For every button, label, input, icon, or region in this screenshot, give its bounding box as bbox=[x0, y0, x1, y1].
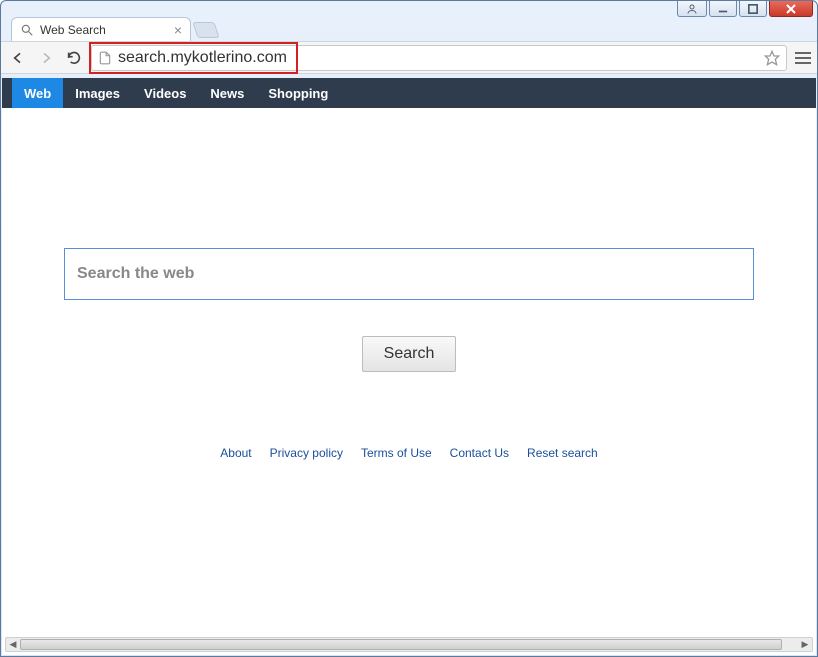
reload-button[interactable] bbox=[63, 47, 85, 69]
maximize-button[interactable] bbox=[739, 1, 767, 17]
nav-item-news[interactable]: News bbox=[198, 78, 256, 108]
tab-close-icon[interactable]: × bbox=[174, 23, 182, 37]
nav-item-web[interactable]: Web bbox=[12, 78, 63, 108]
browser-window: Web Search × search.mykotlerino.com bbox=[0, 0, 818, 657]
browser-tab[interactable]: Web Search × bbox=[11, 17, 191, 41]
nav-item-images[interactable]: Images bbox=[63, 78, 132, 108]
scroll-left-arrow[interactable]: ◀ bbox=[6, 638, 20, 651]
window-controls bbox=[677, 1, 813, 19]
forward-button[interactable] bbox=[35, 47, 57, 69]
tab-title: Web Search bbox=[40, 23, 168, 37]
category-nav: Web Images Videos News Shopping bbox=[2, 78, 816, 108]
back-button[interactable] bbox=[7, 47, 29, 69]
footer-link-contact[interactable]: Contact Us bbox=[450, 446, 509, 460]
close-button[interactable] bbox=[769, 1, 813, 17]
scroll-thumb[interactable] bbox=[20, 639, 782, 650]
horizontal-scrollbar[interactable]: ◀ ▶ bbox=[5, 637, 813, 652]
bookmark-star-icon[interactable] bbox=[764, 50, 780, 66]
address-bar[interactable]: search.mykotlerino.com bbox=[91, 45, 787, 71]
search-zone: Search About Privacy policy Terms of Use… bbox=[64, 248, 754, 460]
search-icon bbox=[20, 23, 34, 37]
search-button[interactable]: Search bbox=[362, 336, 456, 372]
new-tab-button[interactable] bbox=[192, 22, 219, 38]
minimize-button[interactable] bbox=[709, 1, 737, 17]
browser-toolbar: search.mykotlerino.com bbox=[1, 41, 817, 74]
nav-item-shopping[interactable]: Shopping bbox=[256, 78, 340, 108]
hamburger-menu-icon[interactable] bbox=[793, 50, 811, 66]
footer-link-terms[interactable]: Terms of Use bbox=[361, 446, 432, 460]
footer-links: About Privacy policy Terms of Use Contac… bbox=[64, 446, 754, 460]
page-content: Web Images Videos News Shopping Search A… bbox=[2, 78, 816, 655]
footer-link-privacy[interactable]: Privacy policy bbox=[270, 446, 343, 460]
url-text: search.mykotlerino.com bbox=[118, 48, 758, 67]
footer-link-reset[interactable]: Reset search bbox=[527, 446, 598, 460]
page-icon bbox=[98, 51, 112, 65]
search-input[interactable] bbox=[64, 248, 754, 300]
scroll-right-arrow[interactable]: ▶ bbox=[798, 638, 812, 651]
user-profile-button[interactable] bbox=[677, 1, 707, 17]
nav-item-videos[interactable]: Videos bbox=[132, 78, 198, 108]
footer-link-about[interactable]: About bbox=[220, 446, 251, 460]
